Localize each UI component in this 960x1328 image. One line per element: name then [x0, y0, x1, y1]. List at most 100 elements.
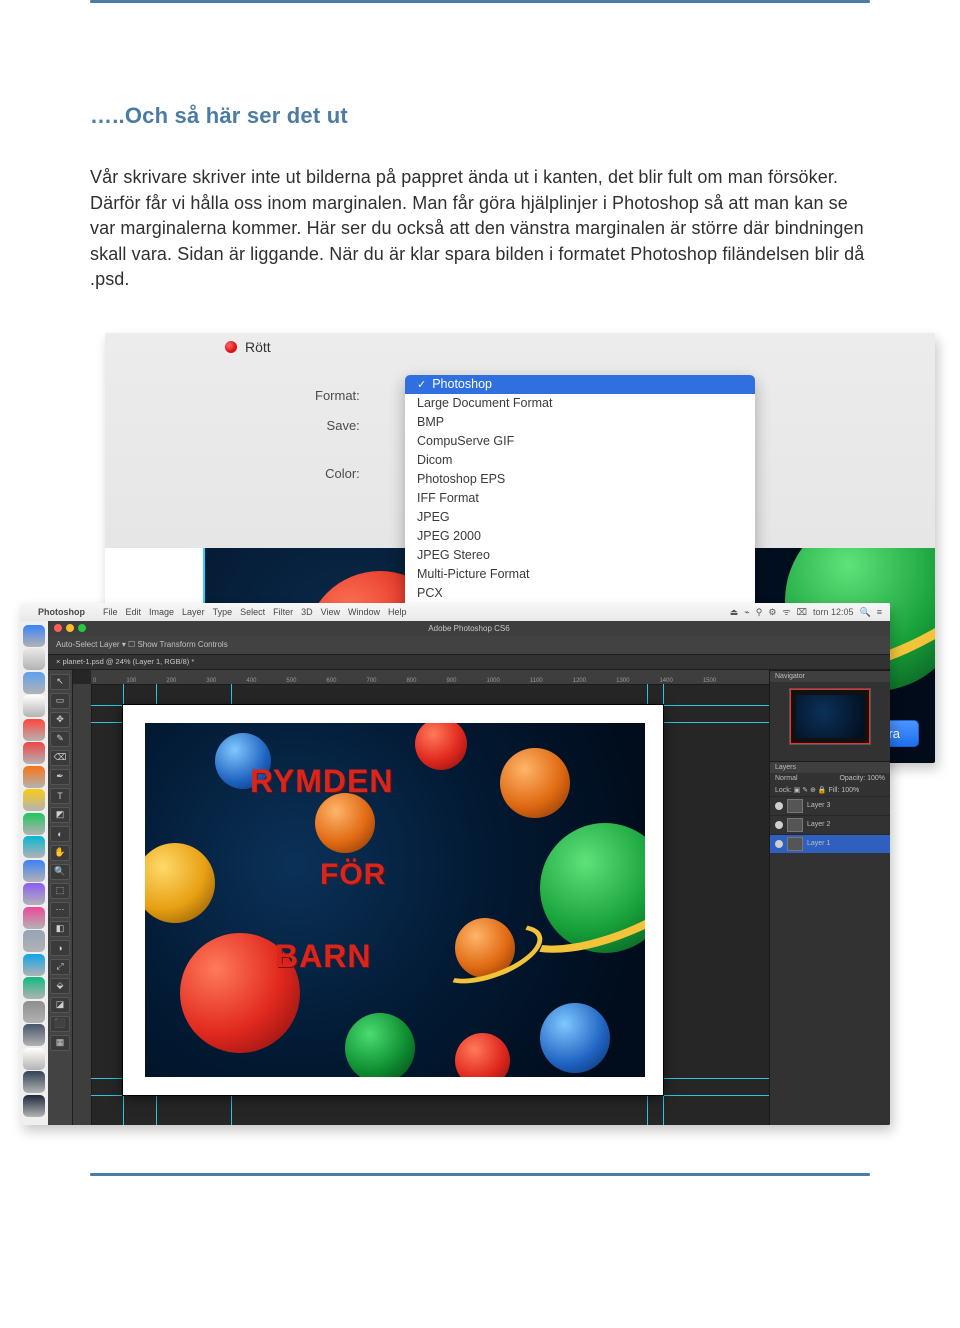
dropdown-item[interactable]: IFF Format: [405, 489, 755, 508]
menu-item[interactable]: Image: [149, 607, 174, 617]
tool-button[interactable]: ✒: [50, 769, 70, 785]
dock-app-icon[interactable]: [23, 954, 45, 976]
canvas[interactable]: RYMDEN FÖR BARN: [123, 705, 663, 1095]
tool-button[interactable]: ⤢: [50, 959, 70, 975]
blend-mode[interactable]: Normal: [775, 775, 798, 782]
dock-app-icon[interactable]: [23, 813, 45, 835]
menu-item[interactable]: 3D: [301, 607, 313, 617]
dropdown-item-selected[interactable]: Photoshop: [405, 375, 755, 394]
dropdown-item[interactable]: JPEG Stereo: [405, 546, 755, 565]
visibility-icon[interactable]: [775, 840, 783, 848]
planet-red-small: [415, 723, 467, 770]
ruler-mark: 900: [446, 678, 456, 684]
dropdown-item[interactable]: JPEG: [405, 508, 755, 527]
tool-button[interactable]: ▦: [50, 1035, 70, 1051]
tool-button[interactable]: 🔍: [50, 864, 70, 880]
options-bar[interactable]: Auto-Select Layer ▾ ☐ Show Transform Con…: [48, 636, 890, 655]
minimize-icon[interactable]: [66, 624, 74, 632]
menu-item[interactable]: Edit: [126, 607, 142, 617]
tool-button[interactable]: ✎: [50, 731, 70, 747]
opacity-label[interactable]: Opacity: 100%: [839, 775, 885, 782]
dock-app-icon[interactable]: [23, 766, 45, 788]
layer-row[interactable]: Layer 2: [770, 815, 890, 834]
dock-app-icon[interactable]: [23, 883, 45, 905]
dock-app-icon[interactable]: [23, 1001, 45, 1023]
tool-button[interactable]: ↖: [50, 674, 70, 690]
menubar-status-item: ⚙: [768, 607, 776, 617]
tool-button[interactable]: ⬛: [50, 1016, 70, 1032]
dropdown-item[interactable]: Multi-Picture Format: [405, 565, 755, 584]
tool-button[interactable]: ◐: [50, 826, 70, 842]
tool-button[interactable]: ◩: [50, 807, 70, 823]
layer-thumb: [787, 837, 803, 851]
tool-button[interactable]: ⬙: [50, 978, 70, 994]
window-controls[interactable]: [54, 624, 86, 632]
visibility-icon[interactable]: [775, 802, 783, 810]
dock-app-icon[interactable]: [23, 789, 45, 811]
dropdown-item[interactable]: Large Document Format: [405, 394, 755, 413]
dock-app-icon[interactable]: [23, 860, 45, 882]
planet-green-small: [345, 1013, 415, 1077]
layer-name: Layer 3: [807, 802, 830, 809]
dock-app-icon[interactable]: [23, 672, 45, 694]
tool-button[interactable]: ✋: [50, 845, 70, 861]
menu-item[interactable]: Filter: [273, 607, 293, 617]
tool-button[interactable]: ✥: [50, 712, 70, 728]
menu-item[interactable]: Select: [240, 607, 265, 617]
menubar-status: ⏏⌁⚲⚙ᯤ⌧torn 12:05🔍≡: [724, 605, 882, 618]
menu-item[interactable]: File: [103, 607, 118, 617]
menu-app[interactable]: Photoshop: [38, 607, 85, 617]
dropdown-item[interactable]: BMP: [405, 413, 755, 432]
dock-app-icon[interactable]: [23, 1048, 45, 1070]
layer-tag-label: Rött: [245, 339, 271, 355]
tool-button[interactable]: ⌫: [50, 750, 70, 766]
menu-item[interactable]: Layer: [182, 607, 205, 617]
dock-app-icon[interactable]: [23, 977, 45, 999]
menu-item[interactable]: View: [321, 607, 340, 617]
dock-app-icon[interactable]: [23, 836, 45, 858]
tool-button[interactable]: ⬚: [50, 883, 70, 899]
navigator-panel[interactable]: Navigator: [770, 670, 890, 761]
dropdown-item[interactable]: Photoshop EPS: [405, 470, 755, 489]
lock-row[interactable]: Lock: ▣ ✎ ⊕ 🔒 Fill: 100%: [770, 784, 890, 796]
guide-line[interactable]: [663, 684, 664, 1125]
menu-item[interactable]: Window: [348, 607, 380, 617]
zoom-icon[interactable]: [78, 624, 86, 632]
dock-app-icon[interactable]: [23, 719, 45, 741]
tool-button[interactable]: ⋯: [50, 902, 70, 918]
dropdown-item[interactable]: CompuServe GIF: [405, 432, 755, 451]
guide-line[interactable]: [91, 1095, 769, 1096]
dock-app-icon[interactable]: [23, 930, 45, 952]
menu-item[interactable]: Type: [213, 607, 233, 617]
planet-orange: [315, 793, 375, 853]
tool-button[interactable]: ◧: [50, 921, 70, 937]
dock-app-icon[interactable]: [23, 742, 45, 764]
ruler-mark: 1000: [486, 678, 499, 684]
planet-blue: [540, 1003, 610, 1073]
dropdown-item[interactable]: Dicom: [405, 451, 755, 470]
layer-row[interactable]: Layer 1: [770, 834, 890, 853]
dock-app-icon[interactable]: [23, 625, 45, 647]
visibility-icon[interactable]: [775, 821, 783, 829]
close-icon[interactable]: [54, 624, 62, 632]
dock-app-icon[interactable]: [23, 907, 45, 929]
dropdown-item[interactable]: PCX: [405, 584, 755, 603]
layers-panel[interactable]: Layers Normal Opacity: 100% Lock: ▣ ✎ ⊕ …: [770, 761, 890, 1125]
dock-app-icon[interactable]: [23, 1024, 45, 1046]
tool-button[interactable]: ◑: [50, 940, 70, 956]
canvas-area[interactable]: 0100200300400500600700800900100011001200…: [73, 670, 769, 1125]
menu-item[interactable]: Help: [388, 607, 407, 617]
tool-button[interactable]: ◪: [50, 997, 70, 1013]
document-tab[interactable]: × planet-1.psd @ 24% (Layer 1, RGB/8) *: [48, 655, 890, 670]
dock-app-icon[interactable]: [23, 1095, 45, 1117]
figure-photoshop-window: Photoshop File Edit Image Layer Type Select Fi…: [20, 603, 890, 1125]
ruler-mark: 300: [206, 678, 216, 684]
dock-app-icon[interactable]: [23, 695, 45, 717]
dock-app-icon[interactable]: [23, 648, 45, 670]
tool-button[interactable]: ▭: [50, 693, 70, 709]
tools-panel[interactable]: ↖ ▭ ✥ ✎ ⌫ ✒ T ◩ ◐ ✋ 🔍 ⬚ ⋯ ◧ ◑ ⤢ ⬙ ◪ ⬛ ▦: [48, 670, 73, 1125]
dropdown-item[interactable]: JPEG 2000: [405, 527, 755, 546]
dock-app-icon[interactable]: [23, 1071, 45, 1093]
layer-row[interactable]: Layer 3: [770, 796, 890, 815]
tool-button[interactable]: T: [50, 788, 70, 804]
